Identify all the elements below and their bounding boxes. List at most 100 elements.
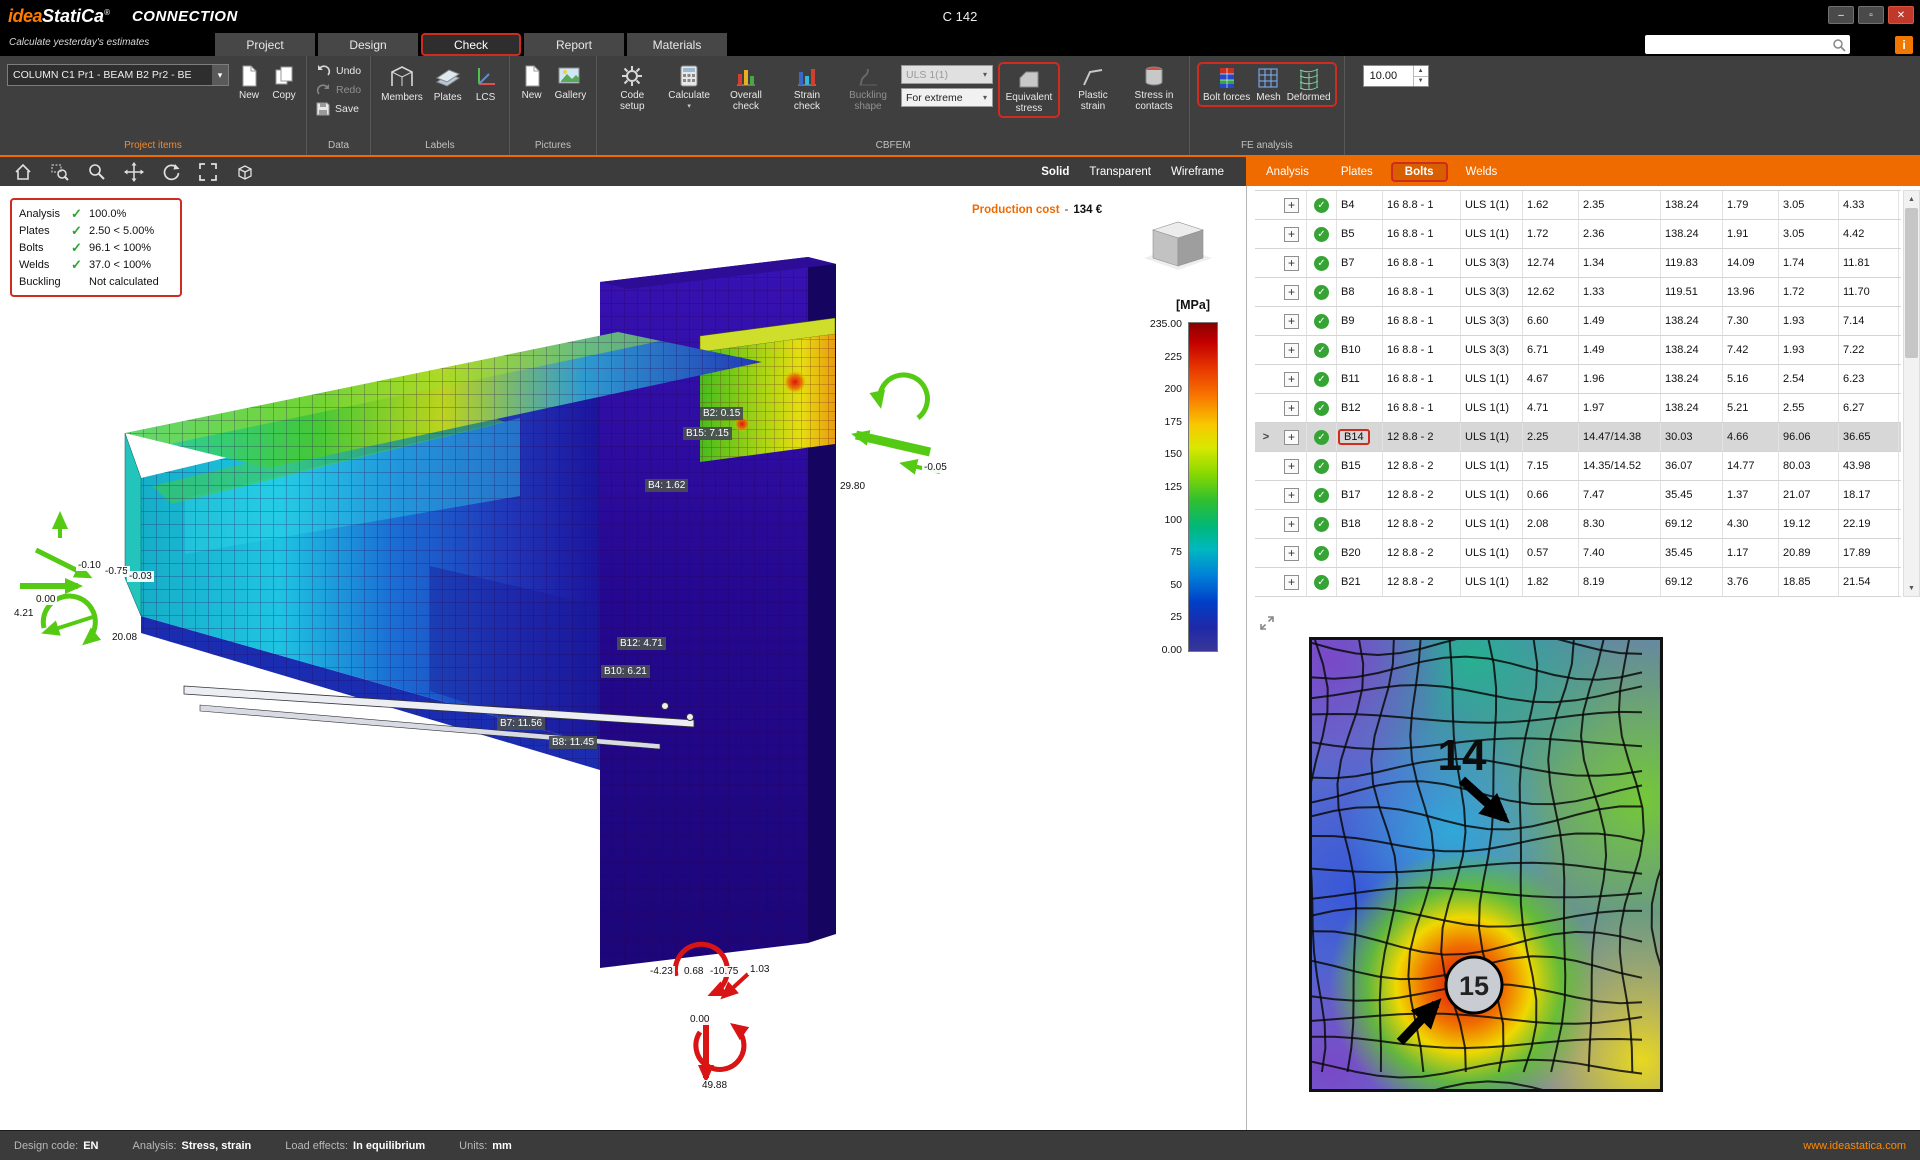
row-chevron[interactable] — [1255, 539, 1277, 567]
table-row-B15[interactable]: +✓B1512 8.8 - 2ULS 1(1)7.1514.35/14.5236… — [1255, 452, 1901, 481]
panel-tab-welds[interactable]: Welds — [1452, 162, 1512, 182]
mesh-button[interactable]: Mesh — [1253, 64, 1283, 105]
bolt-forces-button[interactable]: Bolt forces — [1200, 64, 1253, 105]
row-chevron[interactable] — [1255, 481, 1277, 509]
scroll-up-button[interactable]: ▲ — [1904, 191, 1919, 207]
row-chevron[interactable] — [1255, 220, 1277, 248]
row-chevron[interactable] — [1255, 249, 1277, 277]
strain-check-button[interactable]: Strain check — [779, 62, 835, 114]
view-mode-wireframe[interactable]: Wireframe — [1171, 166, 1224, 178]
search-input[interactable] — [1649, 39, 1832, 51]
table-row-B9[interactable]: +✓B916 8.8 - 1ULS 3(3)6.601.49138.247.30… — [1255, 307, 1901, 336]
plus-icon[interactable]: + — [1284, 488, 1299, 503]
minimize-button[interactable]: – — [1828, 6, 1854, 24]
search-box[interactable] — [1645, 35, 1850, 54]
spin-up-button[interactable]: ▲ — [1414, 66, 1428, 77]
plus-icon[interactable]: + — [1284, 343, 1299, 358]
table-row-B7[interactable]: +✓B716 8.8 - 1ULS 3(3)12.741.34119.8314.… — [1255, 249, 1901, 278]
plus-icon[interactable]: + — [1284, 198, 1299, 213]
close-button[interactable]: ✕ — [1888, 6, 1914, 24]
row-chevron[interactable] — [1255, 568, 1277, 596]
tab-materials[interactable]: Materials — [627, 33, 727, 56]
view-mode-solid[interactable]: Solid — [1041, 166, 1069, 178]
extreme-select[interactable]: For extreme▾ — [901, 88, 993, 107]
plus-icon[interactable]: + — [1284, 459, 1299, 474]
row-chevron[interactable]: > — [1255, 423, 1277, 451]
row-chevron[interactable] — [1255, 365, 1277, 393]
maximize-button[interactable]: ▫ — [1858, 6, 1884, 24]
table-row-B4[interactable]: +✓B416 8.8 - 1ULS 1(1)1.622.35138.241.79… — [1255, 191, 1901, 220]
project-items-combo[interactable]: COLUMN C1 Pr1 - BEAM B2 Pr2 - BE ▾ — [7, 64, 229, 86]
zoom-button[interactable] — [86, 161, 108, 183]
plates-labels-button[interactable]: Plates — [431, 62, 465, 105]
calculate-button[interactable]: Calculate ▾ — [665, 62, 713, 113]
plus-icon[interactable]: + — [1284, 372, 1299, 387]
panel-tab-plates[interactable]: Plates — [1327, 162, 1387, 182]
orientation-cube[interactable] — [1138, 214, 1218, 279]
plus-icon[interactable]: + — [1284, 285, 1299, 300]
redo-button[interactable]: Redo — [314, 81, 363, 98]
row-chevron[interactable] — [1255, 394, 1277, 422]
table-row-B20[interactable]: +✓B2012 8.8 - 2ULS 1(1)0.577.4035.451.17… — [1255, 539, 1901, 568]
plus-icon[interactable]: + — [1284, 227, 1299, 242]
chevron-down-icon[interactable]: ▾ — [212, 65, 228, 85]
spin-down-button[interactable]: ▼ — [1414, 77, 1428, 87]
lcs-labels-button[interactable]: LCS — [470, 62, 502, 105]
tab-project[interactable]: Project — [215, 33, 315, 56]
scroll-down-button[interactable]: ▼ — [1904, 580, 1919, 596]
undo-button[interactable]: Undo — [314, 62, 363, 79]
table-row-B21[interactable]: +✓B2112 8.8 - 2ULS 1(1)1.828.1969.123.76… — [1255, 568, 1901, 597]
plus-icon[interactable]: + — [1284, 401, 1299, 416]
section-view-button[interactable] — [234, 161, 256, 183]
overall-check-button[interactable]: Overall check — [718, 62, 774, 114]
plus-icon[interactable]: + — [1284, 314, 1299, 329]
tab-report[interactable]: Report — [524, 33, 624, 56]
table-row-B14[interactable]: >+✓B1412 8.8 - 2ULS 1(1)2.2514.47/14.383… — [1255, 423, 1901, 452]
table-row-B12[interactable]: +✓B1216 8.8 - 1ULS 1(1)4.711.97138.245.2… — [1255, 394, 1901, 423]
new-picture-button[interactable]: New — [517, 62, 547, 103]
code-setup-button[interactable]: Code setup — [604, 62, 660, 114]
tab-design[interactable]: Design — [318, 33, 418, 56]
pan-button[interactable] — [123, 161, 145, 183]
table-row-B10[interactable]: +✓B1016 8.8 - 1ULS 3(3)6.711.49138.247.4… — [1255, 336, 1901, 365]
plus-icon[interactable]: + — [1284, 256, 1299, 271]
equivalent-stress-button[interactable]: Equivalent stress — [1001, 64, 1057, 116]
row-chevron[interactable] — [1255, 278, 1277, 306]
plus-icon[interactable]: + — [1284, 430, 1299, 445]
stress-in-contacts-button[interactable]: Stress in contacts — [1126, 62, 1182, 114]
tab-check[interactable]: Check — [421, 33, 521, 56]
deformed-button[interactable]: Deformed — [1284, 64, 1334, 105]
home-view-button[interactable] — [12, 161, 34, 183]
new-item-button[interactable]: New — [234, 62, 264, 103]
row-chevron[interactable] — [1255, 336, 1277, 364]
zoom-fit-button[interactable] — [197, 161, 219, 183]
row-chevron[interactable] — [1255, 510, 1277, 538]
table-row-B17[interactable]: +✓B1712 8.8 - 2ULS 1(1)0.667.4735.451.37… — [1255, 481, 1901, 510]
info-button[interactable]: i — [1895, 36, 1913, 54]
view-mode-transparent[interactable]: Transparent — [1089, 166, 1151, 178]
buckling-shape-button[interactable]: Buckling shape — [840, 62, 896, 114]
row-chevron[interactable] — [1255, 307, 1277, 335]
members-labels-button[interactable]: Members — [378, 62, 426, 105]
plus-icon[interactable]: + — [1284, 546, 1299, 561]
plastic-strain-button[interactable]: Plastic strain — [1065, 62, 1121, 114]
row-chevron[interactable] — [1255, 452, 1277, 480]
row-chevron[interactable] — [1255, 191, 1277, 219]
save-button[interactable]: Save — [314, 100, 363, 117]
expand-detail-button[interactable] — [1257, 613, 1277, 633]
scroll-thumb[interactable] — [1905, 208, 1918, 358]
website-link[interactable]: www.ideastatica.com — [1803, 1140, 1906, 1152]
panel-tab-analysis[interactable]: Analysis — [1252, 162, 1323, 182]
rotate-button[interactable] — [160, 161, 182, 183]
table-row-B8[interactable]: +✓B816 8.8 - 1ULS 3(3)12.621.33119.5113.… — [1255, 278, 1901, 307]
panel-tab-bolts[interactable]: Bolts — [1391, 162, 1448, 182]
model-viewport[interactable]: B2: 0.15B15: 7.15B4: 1.62B12: 4.71B10: 6… — [0, 186, 1246, 1130]
table-row-B5[interactable]: +✓B516 8.8 - 1ULS 1(1)1.722.36138.241.91… — [1255, 220, 1901, 249]
plus-icon[interactable]: + — [1284, 575, 1299, 590]
gallery-button[interactable]: Gallery — [552, 62, 590, 103]
table-scrollbar[interactable]: ▲ ▼ — [1903, 190, 1920, 597]
zoom-window-button[interactable] — [49, 161, 71, 183]
load-case-select[interactable]: ULS 1(1)▾ — [901, 65, 993, 84]
table-row-B11[interactable]: +✓B1116 8.8 - 1ULS 1(1)4.671.96138.245.1… — [1255, 365, 1901, 394]
deformation-scale-spinner[interactable]: 10.00 ▲ ▼ — [1363, 65, 1429, 87]
